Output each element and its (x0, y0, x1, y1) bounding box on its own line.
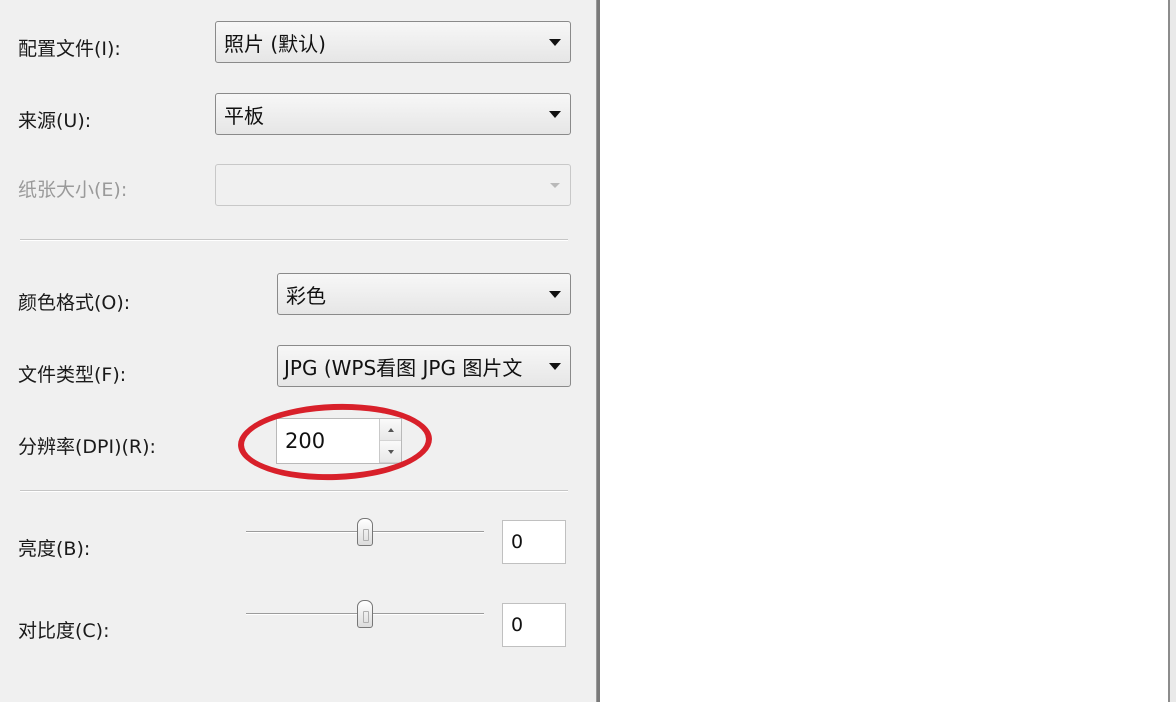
chevron-down-icon (540, 39, 570, 46)
paper-size-label: 纸张大小(E): (18, 179, 128, 201)
slider-thumb[interactable] (357, 600, 373, 628)
paper-size-select (215, 164, 571, 206)
source-select-value: 平板 (224, 103, 264, 128)
resolution-label: 分辨率(DPI)(R): (18, 436, 156, 458)
brightness-slider[interactable] (246, 518, 484, 548)
color-format-select-value: 彩色 (286, 283, 326, 308)
contrast-value-field[interactable]: 0 (502, 603, 566, 647)
brightness-label: 亮度(B): (18, 538, 91, 560)
source-select[interactable]: 平板 (215, 93, 571, 135)
chevron-down-icon (540, 291, 570, 298)
chevron-down-icon (540, 363, 570, 370)
brightness-value-field[interactable]: 0 (502, 520, 566, 564)
profile-select[interactable]: 照片 (默认) (215, 21, 571, 63)
resolution-highlight-circle (236, 400, 434, 484)
section-divider (20, 490, 568, 492)
slider-thumb[interactable] (357, 518, 373, 546)
section-divider (20, 239, 568, 241)
chevron-down-icon (540, 183, 570, 188)
source-label: 来源(U): (18, 110, 92, 132)
file-type-select-value: JPG (WPS看图 JPG 图片文 (284, 355, 523, 380)
profile-label: 配置文件(I): (18, 38, 121, 60)
color-format-label: 颜色格式(O): (18, 292, 131, 314)
contrast-slider[interactable] (246, 600, 484, 630)
profile-select-value: 照片 (默认) (224, 31, 326, 56)
chevron-down-icon (540, 111, 570, 118)
file-type-label: 文件类型(F): (18, 364, 127, 386)
scan-settings-panel: 配置文件(I): 照片 (默认) 来源(U): 平板 纸张大小(E): 颜色格式… (0, 0, 597, 702)
preview-area (600, 0, 1168, 702)
contrast-label: 对比度(C): (18, 620, 110, 642)
file-type-select[interactable]: JPG (WPS看图 JPG 图片文 (277, 345, 571, 387)
window-edge (1168, 0, 1176, 702)
color-format-select[interactable]: 彩色 (277, 273, 571, 315)
